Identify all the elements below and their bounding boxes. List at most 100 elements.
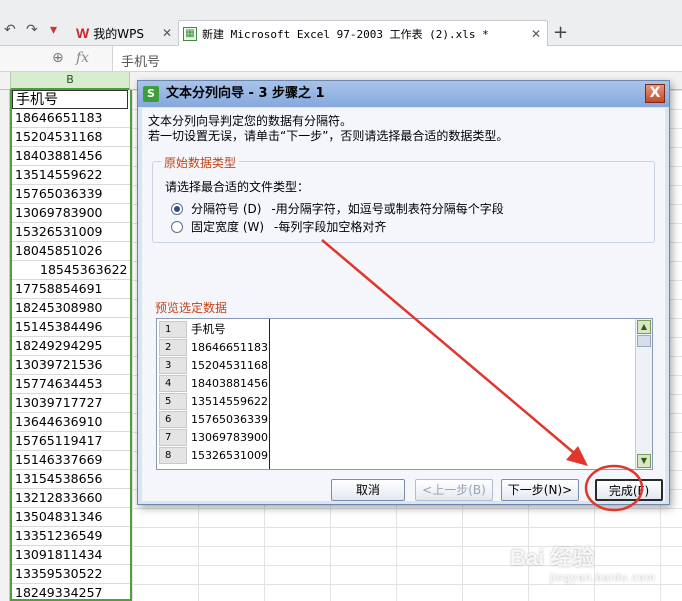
preview-row-number: 5 (159, 393, 187, 410)
column-header-b[interactable]: B (10, 72, 130, 90)
table-cell[interactable]: 18403881456 (12, 147, 130, 166)
dialog-title: 文本分列向导 - 3 步骤之 1 (138, 81, 669, 107)
watermark-sub: jingyan.baidu.com (550, 572, 656, 584)
preview-cell: 18403881456 (191, 377, 268, 390)
table-cell[interactable]: 13212833660 (12, 489, 130, 508)
previous-button[interactable]: <上一步(B) (415, 479, 493, 501)
next-button[interactable]: 下一步(N)> (501, 479, 579, 501)
original-data-type-group: 原始数据类型 请选择最合适的文件类型： 分隔符号 (D) -用分隔字符，如逗号或… (152, 154, 655, 243)
radio-fixed-width-desc: -每列字段加空格对齐 (274, 220, 387, 234)
formula-bar: ⊕ fx 手机号 (0, 46, 682, 72)
radio-delimited-desc: -用分隔字符，如逗号或制表符分隔每个字段 (271, 202, 504, 216)
column-b-cells[interactable]: 手机号 18646651183 15204531168 18403881456 1351… (10, 90, 132, 601)
preview-cell: 15765036339 (191, 413, 268, 426)
radio-fixed-width-label: 固定宽度 (W) (191, 220, 265, 234)
preview-row-number: 1 (159, 321, 187, 338)
preview-cell: 18646651183 (191, 341, 268, 354)
table-cell[interactable]: 13351236549 (12, 527, 130, 546)
table-cell[interactable]: 15765119417 (12, 432, 130, 451)
group-legend: 预览选定数据 (152, 299, 231, 316)
table-cell[interactable]: 18045851026 (12, 242, 130, 261)
preview-row-number: 3 (159, 357, 187, 374)
preview-row: 1 手机号 (157, 321, 633, 339)
table-cell[interactable]: 15145384496 (12, 318, 130, 337)
table-cell[interactable]: 18249334257 (12, 584, 130, 601)
finish-button[interactable]: 完成(F) (595, 479, 663, 501)
instruction-line-2: 若一切设置无误，请单击“下一步”，否则请选择最合适的数据类型。 (148, 129, 509, 143)
radio-delimited-label: 分隔符号 (D) (191, 202, 262, 216)
tab-my-wps-label: 我的WPS (93, 26, 144, 41)
table-cell[interactable]: 13039717727 (12, 394, 130, 413)
cancel-button[interactable]: 取消 (331, 479, 405, 501)
instruction-line-1: 文本分列向导判定您的数据有分隔符。 (148, 114, 353, 128)
table-cell[interactable]: 15204531168 (12, 128, 130, 147)
scroll-up-icon[interactable]: ▲ (637, 320, 651, 334)
table-cell[interactable]: 13514559622 (12, 166, 130, 185)
table-cell[interactable]: 15146337669 (12, 451, 130, 470)
radio-delimited[interactable]: 分隔符号 (D) -用分隔字符，如逗号或制表符分隔每个字段 (171, 200, 504, 217)
column-break-line[interactable] (269, 319, 270, 469)
dialog-body: 文本分列向导判定您的数据有分隔符。 若一切设置无误，请单击“下一步”，否则请选择… (142, 108, 665, 501)
radio-fixed-width[interactable]: 固定宽度 (W) -每列字段加空格对齐 (171, 218, 386, 235)
table-cell[interactable]: 13359530522 (12, 565, 130, 584)
preview-row-number: 6 (159, 411, 187, 428)
choose-type-prompt: 请选择最合适的文件类型： (165, 180, 310, 194)
preview-row-number: 2 (159, 339, 187, 356)
radio-unselected-icon[interactable] (171, 220, 183, 233)
table-cell[interactable]: 13644636910 (12, 413, 130, 432)
preview-row: 6 15765036339 (157, 411, 633, 429)
tab-bar: ↶ ↷ ▾ W 我的WPS ✕ ▦ 新建 Microsoft Excel 97-… (0, 0, 682, 46)
table-cell[interactable]: 13504831346 (12, 508, 130, 527)
close-icon[interactable]: ✕ (162, 26, 172, 40)
group-legend: 原始数据类型 (161, 154, 240, 171)
table-cell[interactable]: 18545363622 (12, 261, 130, 280)
table-cell[interactable]: 13091811434 (12, 546, 130, 565)
table-cell[interactable]: 15765036339 (12, 185, 130, 204)
table-cell[interactable]: 13154538656 (12, 470, 130, 489)
preview-row: 3 15204531168 (157, 357, 633, 375)
function-icon[interactable]: fx (76, 50, 89, 66)
wps-spreadsheet-icon: S (143, 86, 159, 102)
tab-document-label: 新建 Microsoft Excel 97-2003 工作表 (2).xls * (202, 27, 489, 41)
table-cell[interactable]: 13069783900 (12, 204, 130, 223)
watermark-main: Bai 经验 (510, 545, 595, 570)
zoom-icon[interactable]: ⊕ (52, 50, 64, 66)
wps-logo-icon: W (76, 25, 90, 41)
customize-toolbar-icon[interactable]: ▾ (50, 22, 57, 38)
preview-row: 2 18646651183 (157, 339, 633, 357)
row-header-gutter (0, 90, 10, 601)
new-tab-icon[interactable]: + (553, 22, 568, 43)
spreadsheet-icon: ▦ (183, 26, 197, 41)
preview-row: 8 15326531009 (157, 447, 633, 465)
preview-cell: 手机号 (191, 322, 226, 336)
text-to-columns-dialog: 文本分列向导 - 3 步骤之 1 S X 文本分列向导判定您的数据有分隔符。 若… (137, 80, 670, 505)
radio-selected-icon[interactable] (171, 202, 183, 215)
preview-cell: 13514559622 (191, 395, 268, 408)
scroll-down-icon[interactable]: ▼ (637, 454, 651, 468)
preview-row: 4 18403881456 (157, 375, 633, 393)
table-cell[interactable]: 13039721536 (12, 356, 130, 375)
close-icon[interactable]: ✕ (531, 27, 541, 41)
preview-cell: 15326531009 (191, 449, 268, 462)
redo-icon[interactable]: ↷ (26, 22, 38, 38)
table-cell[interactable]: 18249294295 (12, 337, 130, 356)
undo-icon[interactable]: ↶ (4, 22, 16, 38)
close-button[interactable]: X (645, 84, 665, 103)
preview-cell: 13069783900 (191, 431, 268, 444)
formula-input[interactable]: 手机号 (112, 46, 682, 71)
tab-my-wps[interactable]: W 我的WPS ✕ (76, 20, 176, 46)
preview-scrollbar[interactable]: ▲ ▼ (635, 319, 652, 469)
table-cell[interactable]: 18245308980 (12, 299, 130, 318)
scroll-thumb[interactable] (637, 335, 651, 347)
tab-document[interactable]: ▦ 新建 Microsoft Excel 97-2003 工作表 (2).xls… (178, 20, 548, 46)
cell-header[interactable]: 手机号 (12, 90, 128, 109)
preview-row-number: 4 (159, 375, 187, 392)
watermark: Bai 经验 jingyan.baidu.com (510, 540, 656, 584)
preview-row-number: 8 (159, 447, 187, 464)
table-cell[interactable]: 17758854691 (12, 280, 130, 299)
table-cell[interactable]: 15774634453 (12, 375, 130, 394)
table-cell[interactable]: 18646651183 (12, 109, 130, 128)
preview-row: 7 13069783900 (157, 429, 633, 447)
table-cell[interactable]: 15326531009 (12, 223, 130, 242)
preview-pane[interactable]: 8 15326531009 7 13069783900 6 15765036339 5 135… (156, 318, 653, 470)
